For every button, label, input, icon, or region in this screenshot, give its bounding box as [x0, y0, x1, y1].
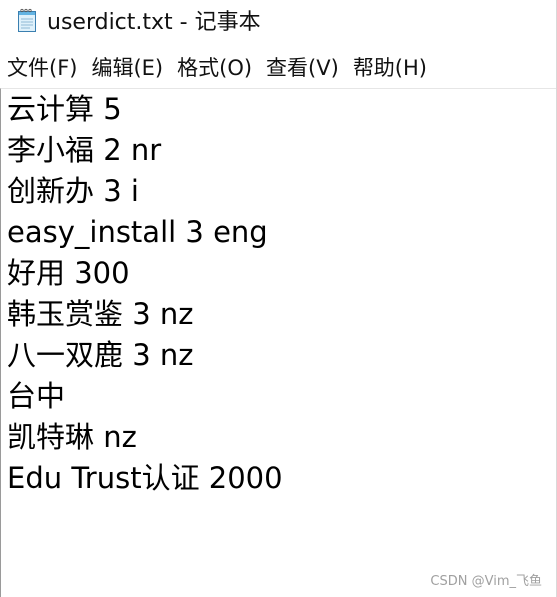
- text-line[interactable]: 八一双鹿 3 nz: [7, 335, 552, 376]
- text-line[interactable]: 凯特琳 nz: [7, 417, 552, 458]
- text-line[interactable]: 好用 300: [7, 253, 552, 294]
- text-line[interactable]: 创新办 3 i: [7, 171, 552, 212]
- notepad-window: userdict.txt - 记事本 文件(F) 编辑(E) 格式(O) 查看(…: [0, 0, 557, 597]
- title-bar[interactable]: userdict.txt - 记事本: [0, 0, 556, 40]
- text-line[interactable]: 云计算 5: [7, 89, 552, 130]
- window-title: userdict.txt - 记事本: [47, 10, 261, 35]
- text-line[interactable]: 韩玉赏鉴 3 nz: [7, 294, 552, 335]
- menu-bar: 文件(F) 编辑(E) 格式(O) 查看(V) 帮助(H): [0, 48, 556, 88]
- menu-view[interactable]: 查看(V): [260, 48, 345, 88]
- watermark: CSDN @Vim_飞鱼: [430, 574, 542, 589]
- text-line[interactable]: 台中: [7, 376, 552, 417]
- notepad-icon: [17, 8, 37, 33]
- editor-text[interactable]: 云计算 5 李小福 2 nr 创新办 3 i easy_install 3 en…: [7, 89, 552, 589]
- text-editor-area[interactable]: 云计算 5 李小福 2 nr 创新办 3 i easy_install 3 en…: [0, 88, 556, 597]
- text-line[interactable]: Edu Trust认证 2000: [7, 458, 552, 499]
- menu-file[interactable]: 文件(F): [0, 48, 83, 88]
- menu-edit[interactable]: 编辑(E): [85, 48, 169, 88]
- text-line[interactable]: 李小福 2 nr: [7, 130, 552, 171]
- text-line[interactable]: easy_install 3 eng: [7, 212, 552, 253]
- menu-format[interactable]: 格式(O): [171, 48, 258, 88]
- menu-help[interactable]: 帮助(H): [347, 48, 433, 88]
